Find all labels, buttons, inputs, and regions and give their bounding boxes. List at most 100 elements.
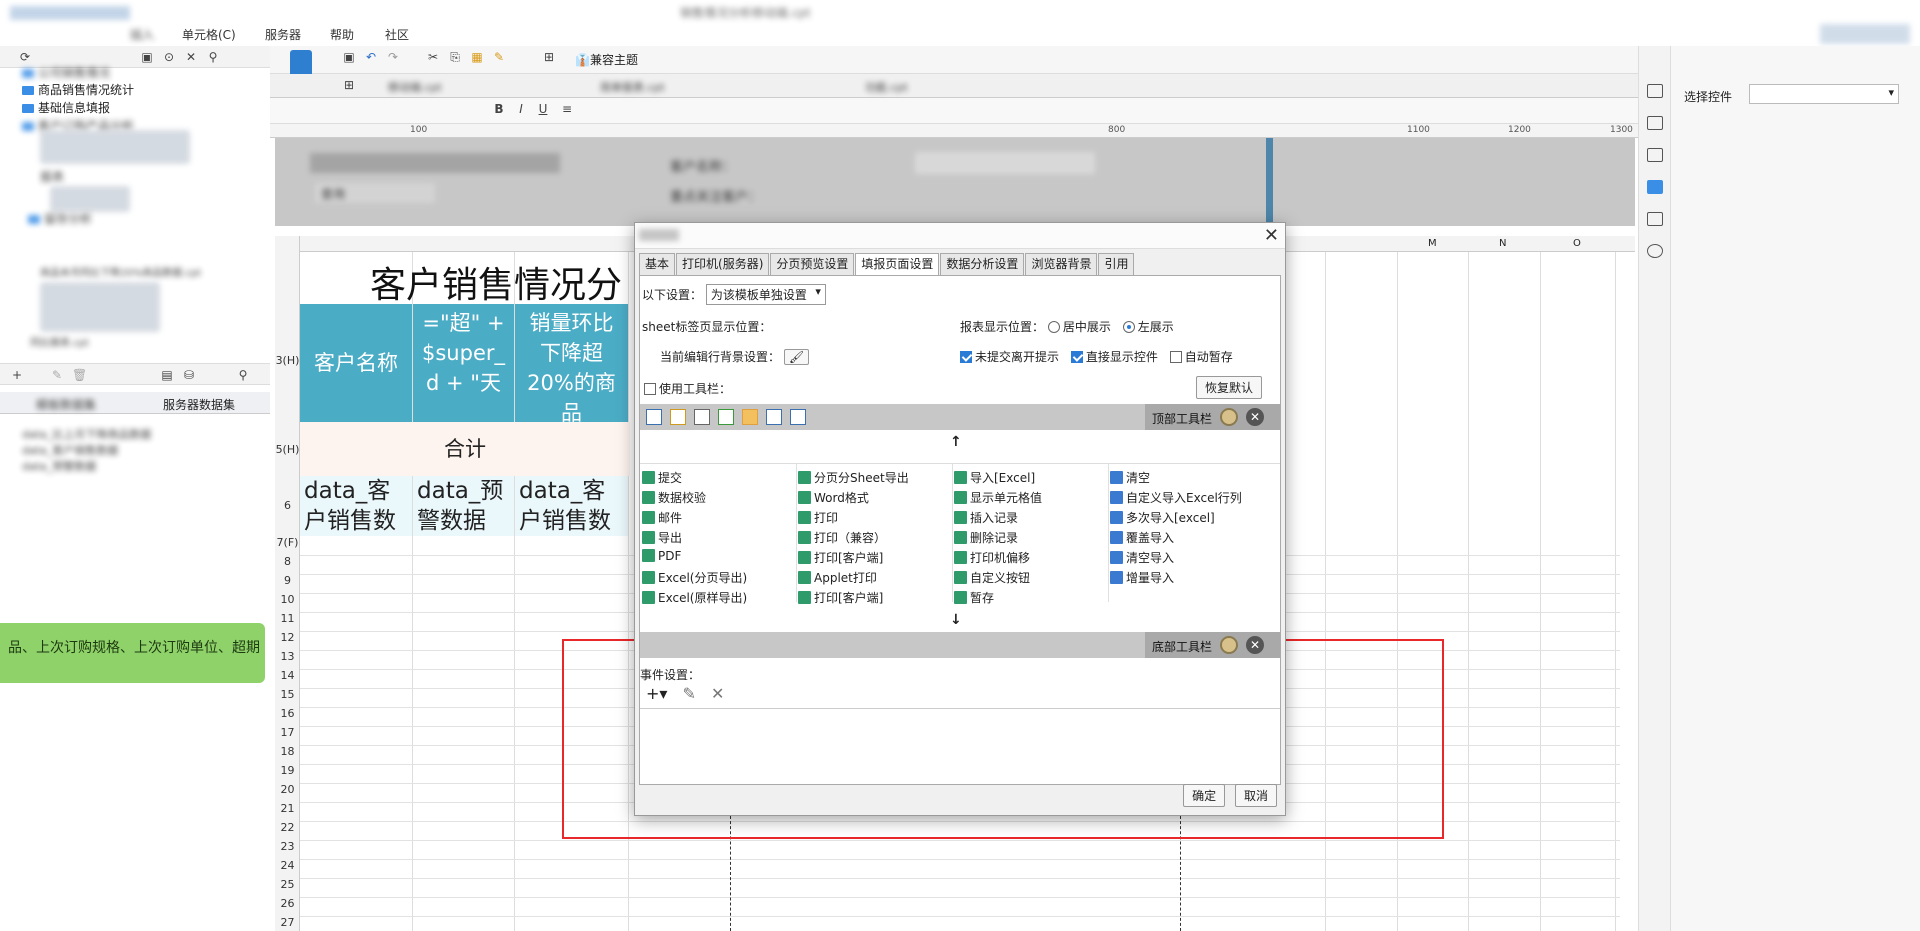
toolbar-option[interactable]: 多次导入[excel]: [1110, 509, 1215, 526]
sum-row[interactable]: 合计: [300, 422, 630, 476]
dataset-item[interactable]: data_比上月下降商品数据: [22, 426, 151, 442]
insert-icon[interactable]: [766, 409, 782, 425]
preview-icon[interactable]: ⊞: [542, 50, 556, 64]
dataset-item[interactable]: data_客户销售数据: [22, 442, 118, 458]
file-tab[interactable]: 功能.cpt: [865, 79, 908, 95]
tree-item[interactable]: 基础信息填报: [22, 99, 110, 116]
toolbar-option[interactable]: 插入记录: [954, 509, 1018, 526]
add-icon[interactable]: +: [10, 368, 24, 382]
cancel-button[interactable]: 取消: [1234, 784, 1277, 807]
tree-item[interactable]: 商品本月同比下降20%商品数据.cpt: [40, 264, 201, 279]
toolbar-option[interactable]: Excel(原样导出): [642, 589, 747, 606]
tree-item[interactable]: 商品销售情况统计: [22, 81, 134, 98]
tab-printer[interactable]: 打印机(服务器): [676, 253, 770, 275]
menu-community[interactable]: 社区: [385, 26, 409, 43]
paste-icon[interactable]: ▦: [470, 50, 484, 64]
menu-insert[interactable]: 插入: [130, 26, 154, 43]
toolbar-option[interactable]: 提交: [642, 469, 682, 486]
link-icon[interactable]: [1647, 244, 1663, 258]
menu-cell[interactable]: 单元格(C): [182, 26, 236, 43]
tree-item[interactable]: 报表: [40, 168, 64, 185]
chk-use-toolbar[interactable]: [644, 383, 656, 395]
tree-item[interactable]: 留存分析: [28, 210, 92, 227]
stack-icon[interactable]: [1647, 212, 1663, 226]
toolbar-option[interactable]: 打印机偏移: [954, 549, 1030, 566]
query-button[interactable]: 查询: [315, 183, 435, 203]
format-brush-icon[interactable]: ✎: [492, 50, 506, 64]
toolbar-option[interactable]: 导出: [642, 529, 682, 546]
tree-item[interactable]: 公司销售情况: [22, 64, 110, 81]
submit-icon[interactable]: [646, 409, 662, 425]
setting-scope-select[interactable]: 为该模板单独设置: [705, 284, 826, 305]
toolbar-option[interactable]: 显示单元格值: [954, 489, 1042, 506]
edit-icon[interactable]: ✎: [683, 684, 696, 703]
chk-unsubmitted[interactable]: [960, 351, 972, 363]
radio-left[interactable]: [1122, 321, 1135, 333]
export-icon[interactable]: [718, 409, 734, 425]
menu-server[interactable]: 服务器: [265, 26, 301, 43]
toolbar-option[interactable]: 邮件: [642, 509, 682, 526]
delete-icon[interactable]: 🗑: [72, 368, 87, 382]
italic-icon[interactable]: I: [514, 102, 528, 116]
event-list[interactable]: [640, 708, 1280, 784]
toolbar-option[interactable]: 暂存: [954, 589, 994, 606]
window-icon[interactable]: [790, 409, 806, 425]
cut-icon[interactable]: ✂: [426, 50, 440, 64]
close-icon[interactable]: ✕: [1264, 225, 1279, 246]
file-tab[interactable]: 移动端.cpt: [388, 79, 442, 95]
gear-icon[interactable]: [1220, 408, 1238, 426]
toolbar-option[interactable]: 自定义按钮: [954, 569, 1030, 586]
underline-icon[interactable]: U: [536, 102, 550, 116]
toolbar-option[interactable]: 清空导入: [1110, 549, 1174, 566]
toolbar-option[interactable]: 删除记录: [954, 529, 1018, 546]
toolbar-option[interactable]: Applet打印: [798, 569, 877, 586]
grid-icon[interactable]: ⊞: [342, 78, 356, 92]
refresh-icon[interactable]: ⟳: [18, 50, 32, 64]
toolbar-option[interactable]: 分页分Sheet导出: [798, 469, 909, 486]
toolbar-option[interactable]: 导入[Excel]: [954, 469, 1035, 486]
brush-icon[interactable]: 🖌: [783, 349, 810, 365]
data-cell[interactable]: data_客户销售数: [515, 476, 628, 536]
select-control-dropdown[interactable]: ▾: [1749, 84, 1899, 104]
customer-input[interactable]: [915, 152, 1095, 174]
locate-icon[interactable]: ⊙: [162, 50, 176, 64]
toolbar-option[interactable]: 打印[客户端]: [798, 549, 883, 566]
tab-data-analysis[interactable]: 数据分析设置: [940, 253, 1025, 275]
tab-page-preview[interactable]: 分页预览设置: [770, 253, 855, 275]
delete-icon[interactable]: ▣: [140, 50, 154, 64]
menu-help[interactable]: 帮助: [330, 26, 354, 43]
dataset-item[interactable]: data_预警数据: [22, 458, 96, 474]
down-arrow-icon[interactable]: ↓: [950, 612, 962, 628]
toolbar-option[interactable]: Excel(分页导出): [642, 569, 747, 586]
toolbar-option[interactable]: PDF: [642, 549, 681, 563]
radio-center[interactable]: [1047, 321, 1060, 333]
toolbar-option[interactable]: 覆盖导入: [1110, 529, 1174, 546]
form-icon[interactable]: [1647, 180, 1663, 194]
theme-button[interactable]: 👔兼容主题: [575, 51, 638, 68]
up-arrow-icon[interactable]: ↑: [950, 434, 962, 450]
undo-icon[interactable]: ↶: [364, 50, 378, 64]
search-icon[interactable]: ⚲: [206, 50, 220, 64]
tab-basic[interactable]: 基本: [639, 253, 676, 275]
border-icon[interactable]: [1647, 148, 1663, 162]
toolbar-option[interactable]: 自定义导入Excel行列: [1110, 489, 1242, 506]
tab-fill-page[interactable]: 填报页面设置: [855, 253, 940, 276]
print-icon[interactable]: [694, 409, 710, 425]
data-cell[interactable]: data_预警数据: [413, 476, 514, 536]
report-title[interactable]: 客户销售情况分: [300, 252, 630, 304]
add-icon[interactable]: +▾: [646, 684, 667, 703]
bold-icon[interactable]: B: [492, 102, 506, 116]
toolbar-option[interactable]: 数据校验: [642, 489, 706, 506]
tab-browser-bg[interactable]: 浏览器背景: [1025, 253, 1098, 275]
widget-icon[interactable]: [1647, 116, 1663, 130]
copy-icon[interactable]: ⎘: [448, 50, 462, 64]
restore-default-button[interactable]: 恢复默认: [1196, 376, 1263, 399]
cell-attr-icon[interactable]: [1647, 84, 1663, 98]
toolbar-option[interactable]: 打印（兼容）: [798, 529, 886, 546]
window-controls[interactable]: [1820, 24, 1910, 44]
save-icon[interactable]: ▣: [342, 50, 356, 64]
toolbar-option[interactable]: 清空: [1110, 469, 1150, 486]
tab-reference[interactable]: 引用: [1098, 253, 1135, 275]
remove-icon[interactable]: ✕: [1246, 636, 1264, 654]
chk-autosave[interactable]: [1169, 351, 1182, 363]
